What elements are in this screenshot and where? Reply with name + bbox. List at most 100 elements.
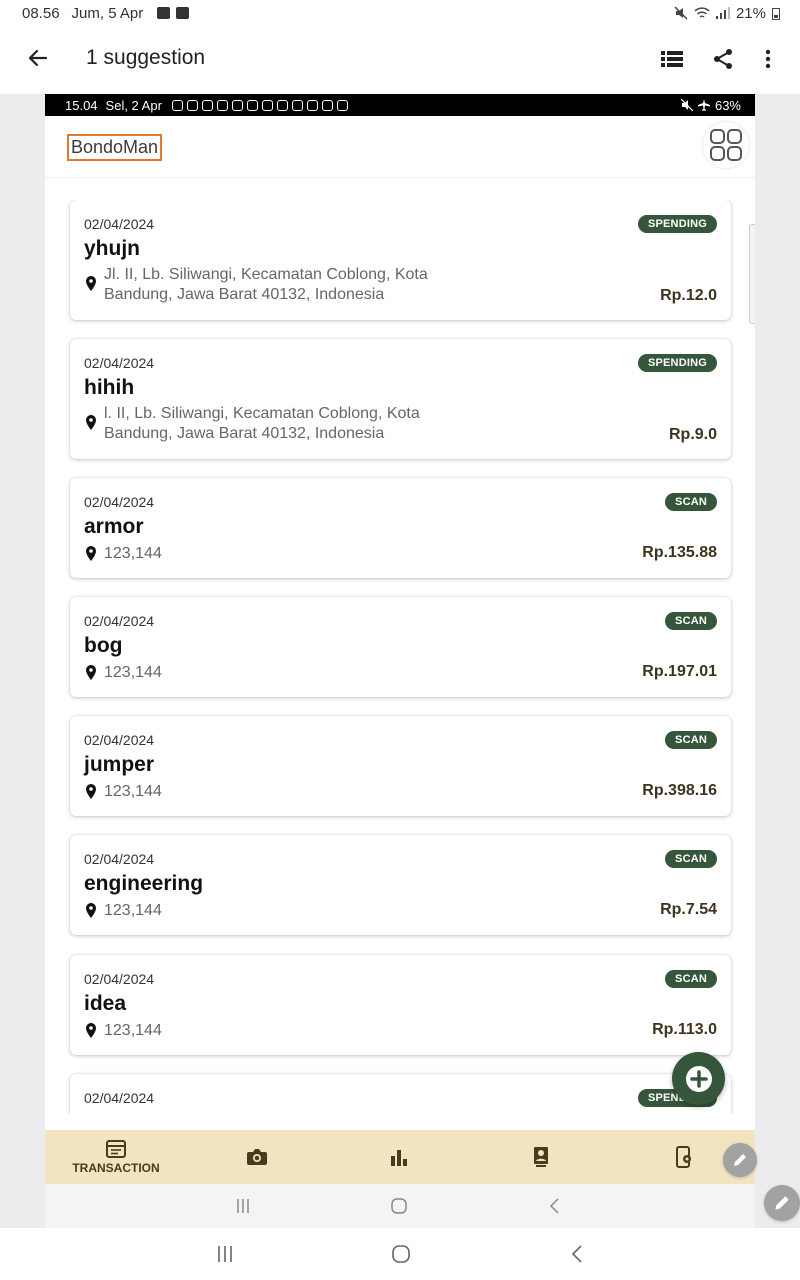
back-nav-icon[interactable] (570, 1245, 584, 1263)
location-line1: Jl. II, Lb. Siliwangi, Kecamatan Coblong… (104, 266, 428, 283)
transaction-date: 02/04/2024 (84, 971, 155, 987)
home-icon[interactable] (391, 1244, 411, 1264)
pencil-icon (734, 1154, 746, 1166)
location-line1: 123,144 (104, 545, 162, 562)
recents-icon[interactable] (216, 1245, 234, 1263)
gallery-icon (176, 7, 190, 19)
transaction-name: engineering (84, 872, 204, 895)
transaction-card[interactable]: 02/04/2024 engineering SCAN 123,144 Rp.7… (70, 835, 731, 935)
list-icon (661, 51, 683, 67)
location-line2: Bandung, Jawa Barat 40132, Indonesia (104, 286, 385, 303)
type-badge: SCAN (665, 612, 717, 630)
back-arrow-icon[interactable] (26, 46, 50, 70)
transaction-location: Jl. II, Lb. Siliwangi, Kecamatan Coblong… (84, 265, 428, 305)
location-pin-icon (86, 546, 96, 561)
transaction-name: bog (84, 634, 123, 657)
grid-icon (710, 129, 742, 161)
app-screenshot: 15.04 Sel, 2 Apr 63% BondoMan 02/04/2024… (45, 94, 755, 1228)
type-badge: SCAN (665, 493, 717, 511)
transaction-amount: Rp.7.54 (660, 901, 717, 918)
outer-status-bar: 08.56 Jum, 5 Apr 21% (0, 0, 800, 26)
share-button[interactable] (710, 46, 736, 72)
location-pin-icon (86, 276, 96, 291)
transaction-card[interactable]: 02/04/2024 idea SCAN 123,144 Rp.113.0 (70, 955, 731, 1055)
transaction-card[interactable]: 02/04/2024 jumper SCAN 123,144 Rp.398.16 (70, 716, 731, 816)
status-date: Jum, 5 Apr (71, 4, 144, 22)
phone-settings-icon (676, 1146, 691, 1168)
transaction-amount: Rp.135.88 (642, 544, 717, 561)
location-pin-icon (86, 903, 96, 918)
transaction-date: 02/04/2024 (84, 613, 155, 629)
location-line2: Bandung, Jawa Barat 40132, Indonesia (104, 425, 385, 442)
location-pin-icon (86, 1023, 96, 1038)
transaction-list: 02/04/2024 yhujn SPENDING Jl. II, Lb. Si… (45, 200, 755, 1114)
transaction-location: 123,144 (84, 544, 162, 564)
nav-twibbon[interactable] (521, 1130, 561, 1184)
transaction-location: 123,144 (84, 901, 162, 921)
transaction-date: 02/04/2024 (84, 851, 155, 867)
transaction-name: jumper (84, 753, 155, 776)
transaction-name: armor (84, 515, 144, 538)
transaction-date: 02/04/2024 (84, 355, 155, 371)
type-badge: SCAN (665, 970, 717, 988)
transaction-location: l. II, Lb. Siliwangi, Kecamatan Coblong,… (84, 404, 420, 444)
more-options-button[interactable] (755, 46, 781, 72)
transaction-amount: Rp.9.0 (668, 426, 717, 443)
transaction-name: hihih (84, 376, 135, 399)
location-line1: 123,144 (104, 1022, 162, 1039)
type-badge: SPENDING (637, 215, 717, 233)
inner-battery-percent: 63% (714, 97, 741, 113)
transaction-name: yhujn (84, 237, 140, 260)
location-pin-icon (86, 665, 96, 680)
airplane-icon (697, 99, 710, 111)
add-transaction-button[interactable] (672, 1052, 725, 1105)
edit-floating-button-outer[interactable] (764, 1185, 800, 1221)
transaction-amount: Rp.12.0 (660, 287, 717, 304)
location-line1: 123,144 (104, 664, 162, 681)
transaction-amount: Rp.113.0 (652, 1021, 717, 1038)
nav-scan[interactable] (237, 1130, 277, 1184)
location-pin-icon (86, 784, 96, 799)
inner-back-icon (549, 1198, 559, 1214)
app-brand: BondoMan (67, 134, 163, 161)
scroll-handle[interactable] (749, 224, 755, 324)
status-time: 08.56 (22, 4, 60, 22)
transaction-icon (106, 1139, 126, 1158)
list-view-button[interactable] (659, 46, 685, 72)
pencil-icon (775, 1196, 789, 1210)
notification-icon (157, 7, 171, 19)
notification-icons (171, 99, 348, 111)
share-icon (714, 49, 732, 69)
grid-menu-button[interactable] (703, 122, 749, 168)
transaction-card[interactable]: 02/04/2024 hihih SPENDING l. II, Lb. Sil… (70, 339, 731, 459)
inner-system-navbar (45, 1184, 755, 1228)
transaction-card[interactable]: 02/04/2024 yhujn SPENDING Jl. II, Lb. Si… (70, 200, 731, 320)
inner-status-date: Sel, 2 Apr (105, 97, 162, 113)
type-badge: SCAN (665, 731, 717, 749)
location-line1: l. II, Lb. Siliwangi, Kecamatan Coblong,… (104, 405, 420, 422)
camera-icon (247, 1149, 267, 1165)
transaction-date: 02/04/2024 (84, 494, 155, 510)
transaction-location: 123,144 (84, 1021, 162, 1041)
page-title: 1 suggestion (86, 46, 206, 69)
transaction-location: 123,144 (84, 782, 162, 802)
bar-chart-icon (391, 1150, 407, 1166)
nav-transaction[interactable]: TRANSACTION (69, 1130, 163, 1184)
nav-graph[interactable] (379, 1130, 419, 1184)
nav-transaction-label: TRANSACTION (72, 1160, 160, 1175)
transaction-card[interactable]: 02/04/2024 SPENDING (70, 1074, 731, 1114)
edit-floating-button[interactable] (723, 1143, 757, 1177)
location-line1: 123,144 (104, 783, 162, 800)
location-line1: 123,144 (104, 902, 162, 919)
type-badge: SCAN (665, 850, 717, 868)
bottom-navigation: TRANSACTION (45, 1130, 755, 1184)
transaction-date: 02/04/2024 (84, 1090, 155, 1106)
mute-icon (674, 6, 688, 20)
transaction-card[interactable]: 02/04/2024 armor SCAN 123,144 Rp.135.88 (70, 478, 731, 578)
transaction-card[interactable]: 02/04/2024 bog SCAN 123,144 Rp.197.01 (70, 597, 731, 697)
inner-home-icon (391, 1198, 407, 1214)
system-navbar (0, 1228, 800, 1280)
location-pin-icon (86, 415, 96, 430)
nav-settings[interactable] (664, 1130, 704, 1184)
inner-mute-icon (680, 99, 693, 111)
